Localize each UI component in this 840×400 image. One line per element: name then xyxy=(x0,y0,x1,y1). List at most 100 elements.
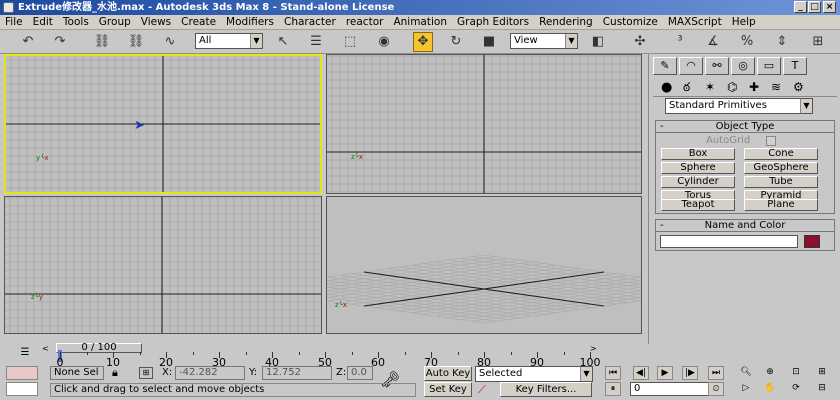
menu-customize[interactable]: Customize xyxy=(598,15,663,30)
helpers-icon[interactable]: ✚ xyxy=(749,80,759,94)
percent-snap-icon[interactable]: % xyxy=(737,32,757,52)
menu-graph-editors[interactable]: Graph Editors xyxy=(452,15,534,30)
select-and-scale-icon[interactable]: ■ xyxy=(479,32,499,52)
maximize-viewport-icon[interactable]: ⊟ xyxy=(814,382,830,396)
space-warps-icon[interactable]: ≋ xyxy=(771,80,781,94)
previous-frame-icon[interactable]: ◀| xyxy=(633,366,649,380)
zoom-extents-all-icon[interactable]: ⊞ xyxy=(814,366,830,380)
unlink-icon[interactable]: ⛓ xyxy=(126,32,146,52)
menu-create[interactable]: Create xyxy=(176,15,221,30)
undo-icon[interactable]: ↶ xyxy=(18,32,38,52)
viewport-perspective[interactable]: Perspective z└x xyxy=(326,196,642,334)
absolute-mode-icon[interactable]: ⊞ xyxy=(139,367,153,379)
name-and-color-header[interactable]: - Name and Color xyxy=(656,220,834,232)
object-type-header[interactable]: - Object Type xyxy=(656,121,834,133)
reference-coordinate-dropdown[interactable]: View ▼ xyxy=(510,33,578,49)
time-slider-track[interactable]: 0 / 100 < > xyxy=(42,343,602,353)
next-frame-icon[interactable]: |▶ xyxy=(682,366,698,380)
menu-tools[interactable]: Tools xyxy=(58,15,94,30)
box-button[interactable]: Box xyxy=(661,148,735,160)
maxscript-input-mini[interactable] xyxy=(6,382,38,396)
angle-snap-icon[interactable]: ∡ xyxy=(703,32,723,52)
menu-edit[interactable]: Edit xyxy=(28,15,58,30)
menu-group[interactable]: Group xyxy=(94,15,136,30)
set-key-button[interactable]: Set Key xyxy=(424,382,472,397)
viewport-front[interactable]: Front z└x xyxy=(326,54,642,194)
menu-views[interactable]: Views xyxy=(136,15,176,30)
pivot-center-icon[interactable]: ◧ xyxy=(588,32,608,52)
key-tangent-icon[interactable]: ⟋ xyxy=(478,383,486,397)
snap-toggle-icon[interactable]: ³ xyxy=(670,32,690,52)
bind-space-warp-icon[interactable]: ∿ xyxy=(160,32,180,52)
lights-icon[interactable]: ✶ xyxy=(705,80,715,94)
zoom-extents-icon[interactable]: ⊡ xyxy=(788,366,804,380)
menu-help[interactable]: Help xyxy=(727,15,761,30)
shapes-icon[interactable]: ఠ xyxy=(683,80,690,97)
teapot-button[interactable]: Teapot xyxy=(661,199,735,211)
hierarchy-tab-icon[interactable]: ⚯ xyxy=(705,57,729,75)
select-and-rotate-icon[interactable]: ↻ xyxy=(446,32,466,52)
cone-button[interactable]: Cone xyxy=(744,148,818,160)
menu-modifiers[interactable]: Modifiers xyxy=(221,15,279,30)
menu-reactor[interactable]: reactor xyxy=(341,15,389,30)
menu-animation[interactable]: Animation xyxy=(388,15,452,30)
geometry-icon[interactable]: ● xyxy=(661,80,672,95)
maxscript-listener-mini[interactable] xyxy=(6,366,38,380)
tube-button[interactable]: Tube xyxy=(744,176,818,188)
maximize-button[interactable]: □ xyxy=(808,1,821,13)
geosphere-button[interactable]: GeoSphere xyxy=(744,162,818,174)
menu-character[interactable]: Character xyxy=(279,15,341,30)
go-to-start-icon[interactable]: ⏮ xyxy=(605,366,621,380)
select-and-move-icon[interactable]: ✥ xyxy=(413,32,433,52)
zoom-icon[interactable]: 🔍︎ xyxy=(738,366,754,380)
spinner-snap-icon[interactable]: ⇕ xyxy=(772,32,792,52)
cylinder-button[interactable]: Cylinder xyxy=(661,176,735,188)
autogrid-checkbox[interactable] xyxy=(766,136,776,146)
sphere-button[interactable]: Sphere xyxy=(661,162,735,174)
systems-icon[interactable]: ⚙ xyxy=(793,80,804,94)
redo-icon[interactable]: ↷ xyxy=(50,32,70,52)
cameras-icon[interactable]: ⌬ xyxy=(727,80,737,94)
z-coordinate-field[interactable]: 0.0 xyxy=(347,366,373,380)
zoom-all-icon[interactable]: ⊕ xyxy=(762,366,778,380)
viewport-top[interactable]: Top y└x ➤ xyxy=(4,54,322,194)
select-object-icon[interactable]: ↖ xyxy=(273,32,293,52)
window-crossing-icon[interactable]: ◉ xyxy=(374,32,394,52)
time-configuration-icon[interactable]: ⏲ xyxy=(708,382,724,396)
rectangular-selection-icon[interactable]: ⬚ xyxy=(340,32,360,52)
utilities-tab-icon[interactable]: T xyxy=(783,57,807,75)
go-to-end-icon[interactable]: ⏭ xyxy=(708,366,724,380)
menu-file[interactable]: File xyxy=(0,15,28,30)
named-selection-icon[interactable]: ⊞ xyxy=(808,32,828,52)
key-mode-toggle-icon[interactable]: ⏸ xyxy=(605,382,621,396)
minimize-button[interactable]: _ xyxy=(794,1,807,13)
create-tab-icon[interactable]: ✎ xyxy=(653,57,677,75)
menu-maxscript[interactable]: MAXScript xyxy=(663,15,727,30)
arc-rotate-icon[interactable]: ⟳ xyxy=(788,382,804,396)
motion-tab-icon[interactable]: ◎ xyxy=(731,57,755,75)
object-name-field[interactable] xyxy=(660,235,798,248)
mini-curve-editor-icon[interactable]: ☰ xyxy=(16,347,34,359)
select-by-name-icon[interactable]: ☰ xyxy=(306,32,326,52)
play-icon[interactable]: ▶ xyxy=(657,366,673,380)
track-bar[interactable]: 0 10 20 30 40 50 60 70 80 90 100 xyxy=(42,350,602,369)
auto-key-button[interactable]: Auto Key xyxy=(424,366,472,381)
display-tab-icon[interactable]: ▭ xyxy=(757,57,781,75)
menu-rendering[interactable]: Rendering xyxy=(534,15,598,30)
viewport-left[interactable]: Left z└y xyxy=(4,196,322,334)
lock-icon[interactable]: 🔒︎ xyxy=(112,366,118,380)
primitive-type-dropdown[interactable]: Standard Primitives ▼ xyxy=(665,98,813,114)
modify-tab-icon[interactable]: ◠ xyxy=(679,57,703,75)
x-coordinate-field[interactable]: -42.282 xyxy=(175,366,245,380)
key-mode-dropdown[interactable]: Selected ▼ xyxy=(475,366,593,382)
object-color-swatch[interactable] xyxy=(804,235,820,248)
select-manipulate-icon[interactable]: ✣ xyxy=(630,32,650,52)
selection-filter-dropdown[interactable]: All ▼ xyxy=(195,33,263,49)
plane-button[interactable]: Plane xyxy=(744,199,818,211)
field-of-view-icon[interactable]: ▷ xyxy=(738,382,754,396)
y-coordinate-field[interactable]: 12.752 xyxy=(262,366,332,380)
select-and-link-icon[interactable]: ⛓ xyxy=(92,32,112,52)
pan-icon[interactable]: ✋ xyxy=(762,382,778,396)
key-filters-button[interactable]: Key Filters... xyxy=(500,382,592,397)
close-button[interactable]: × xyxy=(823,1,836,13)
